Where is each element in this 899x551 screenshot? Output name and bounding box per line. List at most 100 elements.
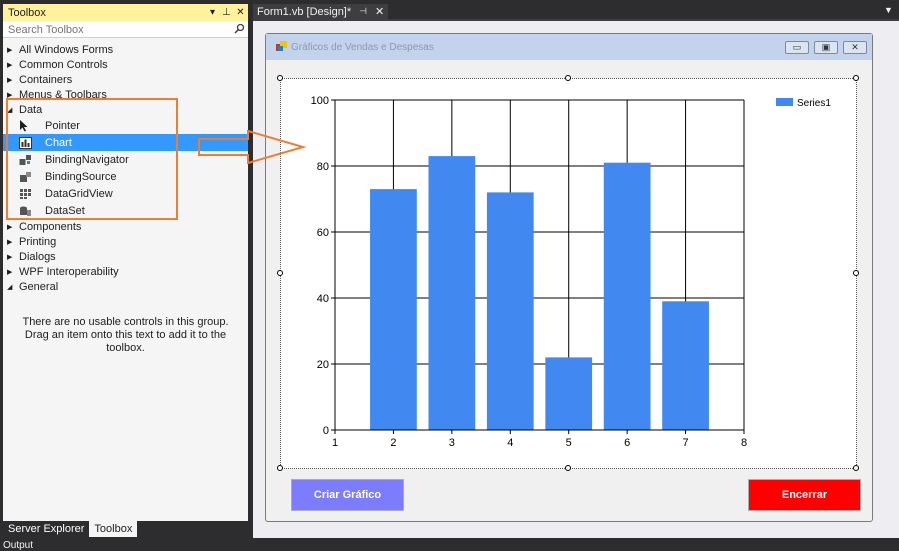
chart-icon	[19, 136, 45, 149]
x-tick-label: 8	[741, 437, 747, 449]
chart-bar	[370, 189, 417, 430]
bottom-tab-strip: Server Explorer Toolbox	[3, 521, 138, 537]
resize-handle[interactable]	[565, 465, 571, 471]
resize-handle[interactable]	[277, 465, 283, 471]
group-all-windows-forms[interactable]: ▶ All Windows Forms	[3, 42, 248, 57]
document-tab-label: Form1.vb [Design]*	[257, 5, 352, 18]
toolbox-item-chart[interactable]: Chart	[3, 134, 248, 151]
group-label: Menus & Toolbars	[19, 88, 107, 101]
expand-icon: ▶	[7, 238, 13, 246]
form-title: Gráficos de Vendas e Despesas	[291, 41, 434, 53]
resize-handle[interactable]	[565, 75, 571, 81]
group-label: Data	[19, 103, 43, 116]
item-label: BindingNavigator	[45, 153, 129, 166]
encerrar-button[interactable]: Encerrar	[748, 479, 861, 511]
datagridview-icon	[19, 188, 45, 200]
toolbox-search[interactable]	[3, 22, 248, 38]
pin-icon[interactable]: ⊥	[220, 7, 233, 18]
toolbox-item-bindingsource[interactable]: BindingSource	[3, 168, 248, 185]
group-label: Dialogs	[19, 250, 56, 263]
toolbox-item-dataset[interactable]: DataSet	[3, 202, 248, 219]
item-label: BindingSource	[45, 170, 117, 183]
close-icon[interactable]: ✕	[234, 7, 247, 18]
group-label: Components	[19, 220, 82, 233]
group-menus-toolbars[interactable]: ▶ Menus & Toolbars	[3, 87, 248, 102]
group-data[interactable]: ◢ Data	[3, 102, 248, 117]
group-label: Printing	[19, 235, 57, 248]
y-tick-label: 100	[311, 95, 329, 107]
toolbox-panel: Toolbox ▾ ⊥ ✕ ▶ All Windows Forms ▶ Common…	[3, 4, 248, 521]
resize-handle[interactable]	[853, 465, 859, 471]
group-components[interactable]: ▶ Components	[3, 219, 248, 234]
pointer-icon	[19, 119, 45, 132]
resize-handle[interactable]	[853, 270, 859, 276]
y-tick-label: 60	[317, 227, 329, 239]
legend-swatch	[776, 98, 793, 106]
form-app-icon	[276, 40, 288, 55]
toolbox-item-pointer[interactable]: Pointer	[3, 117, 248, 134]
x-tick-label: 3	[449, 437, 455, 449]
pin-icon[interactable]: ⊣	[359, 6, 367, 17]
criar-grafico-button[interactable]: Criar Gráfico	[291, 479, 404, 511]
group-label: All Windows Forms	[19, 43, 114, 56]
expand-icon: ▶	[7, 91, 13, 99]
output-tab[interactable]: Output	[3, 540, 33, 551]
group-label: WPF Interoperability	[19, 265, 119, 278]
tab-server-explorer[interactable]: Server Explorer	[3, 521, 89, 537]
chart-bar	[545, 357, 593, 430]
x-tick-label: 1	[332, 437, 338, 449]
tab-toolbox[interactable]: Toolbox	[89, 521, 138, 537]
close-icon[interactable]: ✕	[375, 5, 384, 18]
close-icon[interactable]: ✕	[843, 40, 867, 54]
legend-label: Series1	[797, 98, 831, 109]
chart-bar	[603, 162, 651, 430]
expand-icon: ▶	[7, 76, 13, 84]
group-common-controls[interactable]: ▶ Common Controls	[3, 57, 248, 72]
group-dialogs[interactable]: ▶ Dialogs	[3, 249, 248, 264]
toolbox-title-bar: Toolbox ▾ ⊥ ✕	[3, 4, 248, 21]
toolbox-item-bindingnavigator[interactable]: BindingNavigator	[3, 151, 248, 168]
group-printing[interactable]: ▶ Printing	[3, 234, 248, 249]
chart-bar	[662, 301, 709, 430]
group-containers[interactable]: ▶ Containers	[3, 72, 248, 87]
x-tick-label: 6	[624, 437, 630, 449]
designer-surface: Gráficos de Vendas e Despesas ▭ ▣ ✕ 0 20 4…	[253, 21, 899, 538]
group-wpf-interoperability[interactable]: ▶ WPF Interoperability	[3, 264, 248, 279]
expand-icon: ▶	[7, 61, 13, 69]
minimize-icon[interactable]: ▭	[785, 40, 809, 54]
form-window[interactable]: Gráficos de Vendas e Despesas ▭ ▣ ✕ 0 20 4…	[265, 33, 873, 522]
chart-control[interactable]: 0 20 40 60 80 100 1 2 3 4 5 6 7 8 Series1	[277, 75, 859, 471]
group-label: Common Controls	[19, 58, 108, 71]
general-empty-message: There are no usable controls in this gro…	[22, 316, 229, 354]
expand-icon: ▶	[7, 268, 13, 276]
item-label: DataGridView	[45, 187, 113, 200]
toolbox-title: Toolbox	[8, 6, 46, 19]
resize-handle[interactable]	[277, 75, 283, 81]
maximize-icon[interactable]: ▣	[814, 40, 838, 54]
chart-canvas: 0 20 40 60 80 100 1 2 3 4 5 6 7 8 Series1	[311, 95, 832, 449]
x-tick-label: 5	[566, 437, 572, 449]
group-label: General	[19, 280, 59, 293]
item-label: DataSet	[45, 204, 85, 217]
document-tab-form1[interactable]: Form1.vb [Design]* ⊣ ✕	[253, 4, 389, 19]
search-icon[interactable]	[230, 23, 248, 37]
x-tick-label: 7	[683, 437, 689, 449]
expand-icon: ▶	[7, 223, 13, 231]
dropdown-icon[interactable]: ▼	[884, 5, 893, 15]
y-tick-label: 20	[317, 359, 329, 371]
toolbox-item-datagridview[interactable]: DataGridView	[3, 185, 248, 202]
x-tick-label: 4	[507, 437, 513, 449]
chart-bar	[428, 156, 476, 430]
dropdown-icon[interactable]: ▾	[206, 7, 219, 18]
group-general[interactable]: ◢ General	[3, 279, 248, 294]
resize-handle[interactable]	[277, 270, 283, 276]
expand-icon: ▶	[7, 46, 13, 54]
resize-handle[interactable]	[853, 75, 859, 81]
item-label: Pointer	[45, 119, 80, 132]
expand-icon: ▶	[7, 253, 13, 261]
collapse-icon: ◢	[7, 283, 13, 291]
binding-navigator-icon	[19, 154, 45, 166]
search-input[interactable]	[8, 23, 230, 36]
group-label: Containers	[19, 73, 73, 86]
y-tick-label: 40	[317, 293, 329, 305]
